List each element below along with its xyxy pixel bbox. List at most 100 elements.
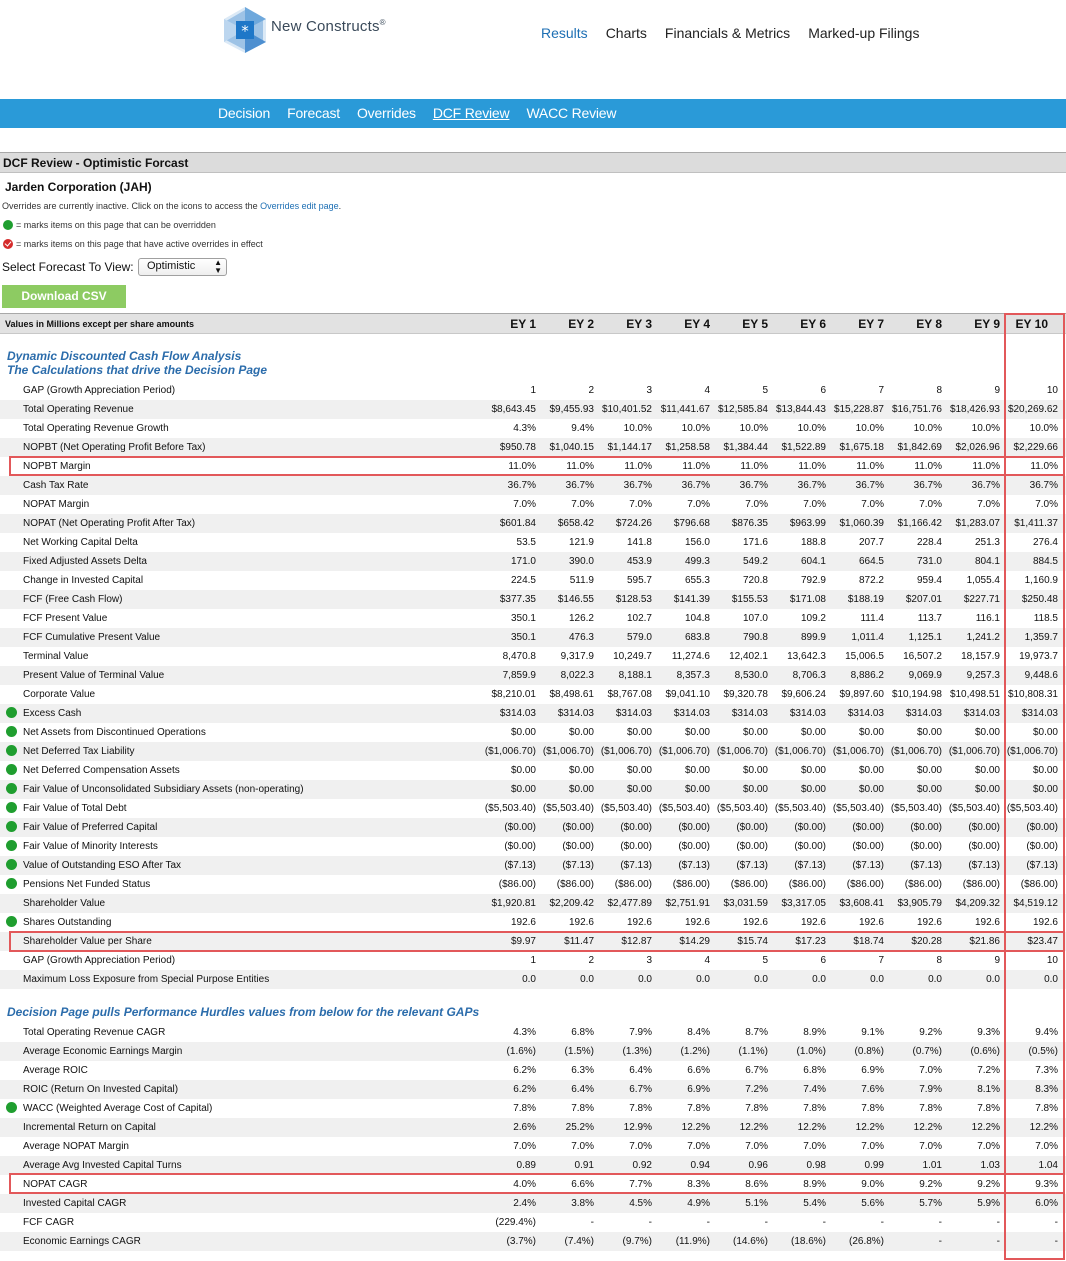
override-dot-icon[interactable]: [6, 916, 17, 927]
row-value: 12.2%: [797, 1122, 826, 1133]
row-value: $0.00: [742, 784, 768, 795]
row-value: $250.48: [1021, 594, 1058, 605]
row-value: 7.8%: [861, 1103, 884, 1114]
row-label: Net Deferred Compensation Assets: [23, 765, 180, 776]
row-value: ($0.00): [504, 822, 536, 833]
tab-decision[interactable]: Decision: [218, 105, 270, 121]
row-value: ($7.13): [562, 860, 594, 871]
override-dot-icon[interactable]: [6, 840, 17, 851]
row-value: 595.7: [626, 575, 652, 586]
row-value: ($0.00): [968, 822, 1000, 833]
row-value: ($0.00): [620, 841, 652, 852]
override-dot-icon[interactable]: [6, 802, 17, 813]
row-value: $15.74: [737, 936, 768, 947]
table-row: Incremental Return on Capital 2.6% 25.2% 12…: [0, 1118, 1066, 1137]
row-value: 5.4%: [803, 1198, 826, 1209]
override-dot-icon[interactable]: [6, 878, 17, 889]
row-value: ($0.00): [968, 841, 1000, 852]
table-row: Net Deferred Compensation Assets $0.00 $0.…: [0, 761, 1066, 780]
row-label: Shareholder Value per Share: [23, 936, 152, 947]
row-value: 11.0%: [508, 461, 536, 472]
nav-charts[interactable]: Charts: [606, 25, 647, 41]
override-dot-icon[interactable]: [6, 859, 17, 870]
row-value: 7.0%: [571, 499, 594, 510]
row-value: $16,751.76: [891, 404, 942, 415]
subnav-bar: Decision Forecast Overrides DCF Review W…: [0, 99, 1066, 128]
override-dot-icon[interactable]: [6, 707, 17, 718]
row-value: $12.87: [621, 936, 652, 947]
override-dot-icon[interactable]: [6, 764, 17, 775]
row-value: 5.6%: [861, 1198, 884, 1209]
row-value: 7.9%: [919, 1084, 942, 1095]
brand-name: New Constructs®: [271, 17, 386, 35]
table-row: Average ROIC 6.2% 6.3% 6.4% 6.6% 6.7% 6.8% 6.9%…: [0, 1061, 1066, 1080]
row-value: 36.7%: [739, 480, 768, 491]
row-value: $17.23: [795, 936, 826, 947]
row-value: ($7.13): [678, 860, 710, 871]
override-dot-icon[interactable]: [6, 726, 17, 737]
row-value: 1: [530, 955, 536, 966]
row-value: 11.0%: [798, 461, 826, 472]
row-value: 7.0%: [629, 1141, 652, 1152]
table-row: Shares Outstanding 192.6 192.6 192.6 192.6 19…: [0, 913, 1066, 932]
table-row: NOPAT CAGR 4.0% 6.6% 7.7% 8.3% 8.6% 8.9% 9.0% 9.…: [0, 1175, 1066, 1194]
tab-overrides[interactable]: Overrides: [357, 105, 416, 121]
nav-financials-metrics[interactable]: Financials & Metrics: [665, 25, 790, 41]
row-label: NOPAT (Net Operating Profit After Tax): [23, 518, 196, 529]
row-value: ($7.13): [852, 860, 884, 871]
overrides-edit-link[interactable]: Overrides edit page: [260, 201, 339, 211]
row-value: 7.8%: [803, 1103, 826, 1114]
row-value: $141.39: [673, 594, 710, 605]
row-value: 7.0%: [861, 499, 884, 510]
row-value: $0.00: [1032, 765, 1058, 776]
row-value: $0.00: [858, 727, 884, 738]
row-value: $314.03: [963, 708, 1000, 719]
row-value: 0.0: [812, 974, 826, 985]
nav-marked-up-filings[interactable]: Marked-up Filings: [808, 25, 919, 41]
override-dot-icon[interactable]: [6, 783, 17, 794]
row-value: 7.9%: [629, 1027, 652, 1038]
company-name: Jarden Corporation (JAH): [5, 180, 152, 194]
row-value: 390.0: [568, 556, 594, 567]
forecast-select[interactable]: Optimistic ▲ ▼: [138, 258, 227, 276]
nav-results[interactable]: Results: [541, 25, 588, 41]
override-dot-icon[interactable]: [6, 1102, 17, 1113]
row-value: 7.0%: [571, 1141, 594, 1152]
row-value: 12.2%: [681, 1122, 710, 1133]
row-value: 11.0%: [624, 461, 652, 472]
brand-logo[interactable]: * New Constructs®: [222, 6, 386, 54]
table-row: Net Working Capital Delta 53.5 121.9 141.8 1…: [0, 533, 1066, 552]
tab-dcf-review[interactable]: DCF Review: [433, 105, 510, 121]
tab-forecast[interactable]: Forecast: [287, 105, 340, 121]
download-csv-button[interactable]: Download CSV: [2, 285, 126, 308]
row-label: Maximum Loss Exposure from Special Purpo…: [23, 974, 270, 985]
row-value: 7.4%: [803, 1084, 826, 1095]
override-dot-icon[interactable]: [6, 821, 17, 832]
row-value: 8.7%: [745, 1027, 768, 1038]
row-value: 8,188.1: [618, 670, 652, 681]
override-dot-icon[interactable]: [6, 745, 17, 756]
row-value: 9: [994, 955, 1000, 966]
row-value: 0.94: [690, 1160, 710, 1171]
row-value: 959.4: [916, 575, 942, 586]
row-value: ($1,006.70): [774, 746, 826, 757]
row-value: 7,859.9: [502, 670, 536, 681]
row-value: 655.3: [684, 575, 710, 586]
row-value: 872.2: [858, 575, 884, 586]
row-value: (18.6%): [790, 1236, 826, 1247]
column-header: EY 9: [974, 317, 1000, 331]
row-value: $314.03: [1021, 708, 1058, 719]
row-value: $20.28: [911, 936, 942, 947]
row-value: $601.84: [499, 518, 536, 529]
row-value: -: [938, 1236, 942, 1247]
row-value: 9.0%: [861, 1179, 884, 1190]
row-value: ($5,503.40): [600, 803, 652, 814]
row-value: $314.03: [731, 708, 768, 719]
row-value: 7.0%: [687, 499, 710, 510]
row-label: Incremental Return on Capital: [23, 1122, 156, 1133]
tab-wacc-review[interactable]: WACC Review: [526, 105, 616, 121]
row-value: 9.4%: [1035, 1027, 1058, 1038]
row-value: 9,069.9: [908, 670, 942, 681]
row-value: 25.2%: [565, 1122, 594, 1133]
row-value: 5: [762, 385, 768, 396]
